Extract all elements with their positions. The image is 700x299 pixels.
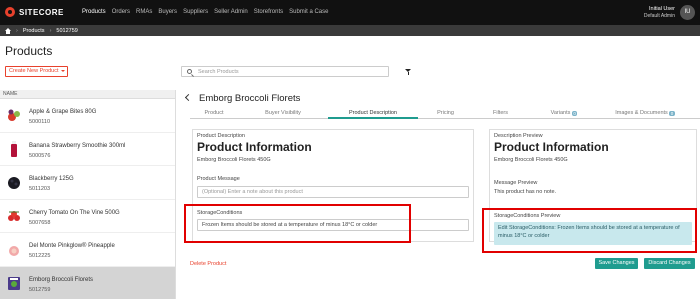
tab-images-documents[interactable]: Images & Documents 0 bbox=[600, 109, 690, 119]
back-arrow-icon[interactable] bbox=[184, 93, 193, 102]
list-item[interactable]: Apple & Grape Bites 80G 5000110 bbox=[0, 99, 175, 133]
create-product-label: Create New Product bbox=[9, 68, 59, 74]
nav-links: Products Orders RMAs Buyers Suppliers Se… bbox=[82, 9, 334, 15]
filter-icon[interactable] bbox=[405, 69, 411, 75]
create-product-button[interactable]: Create New Product bbox=[5, 66, 68, 77]
product-list: NAME Apple & Grape Bites 80G 5000110 Ban… bbox=[0, 90, 176, 299]
detail-tabs: Product Buyer Visibility Product Descrip… bbox=[190, 109, 700, 119]
save-changes-button[interactable]: Save Changes bbox=[595, 258, 638, 269]
tab-buyer-visibility[interactable]: Buyer Visibility bbox=[238, 109, 328, 119]
tab-variants[interactable]: Variants 0 bbox=[528, 109, 600, 119]
tab-filters[interactable]: Filters bbox=[473, 109, 528, 119]
brand-name: SITECORE bbox=[19, 7, 64, 17]
blackberry-thumbnail bbox=[8, 177, 20, 189]
product-title: Emborg Broccoli Florets bbox=[199, 93, 301, 104]
tab-label: Product Description bbox=[349, 109, 397, 116]
sitecore-logo-icon bbox=[5, 7, 15, 17]
preview-section-label: Description Preview bbox=[494, 133, 543, 139]
images-count-badge: 0 bbox=[669, 110, 675, 116]
item-name: Emborg Broccoli Florets bbox=[29, 276, 94, 283]
tab-label: Filters bbox=[493, 109, 508, 116]
message-preview-text: This product has no note. bbox=[494, 189, 557, 195]
message-preview-label: Message Preview bbox=[494, 180, 538, 186]
nav-rmas[interactable]: RMAs bbox=[136, 9, 152, 15]
discard-changes-button[interactable]: Discard Changes bbox=[644, 258, 695, 269]
item-id: 5012759 bbox=[29, 286, 51, 293]
tab-product-description[interactable]: Product Description bbox=[328, 109, 418, 119]
home-icon[interactable] bbox=[4, 27, 11, 34]
breadcrumb-current: 5012759 bbox=[56, 27, 78, 34]
tab-pricing[interactable]: Pricing bbox=[418, 109, 473, 119]
cherry-tomato-thumbnail bbox=[8, 210, 20, 221]
list-item-selected[interactable]: Emborg Broccoli Florets 5012759 bbox=[0, 266, 175, 299]
nav-products[interactable]: Products bbox=[82, 9, 106, 15]
avatar[interactable]: IU bbox=[680, 5, 695, 20]
nav-orders[interactable]: Orders bbox=[112, 9, 130, 15]
product-message-input[interactable] bbox=[197, 186, 469, 198]
top-nav: SITECORE Products Orders RMAs Buyers Sup… bbox=[0, 0, 700, 25]
nav-buyers[interactable]: Buyers bbox=[158, 9, 177, 15]
item-name: Apple & Grape Bites 80G bbox=[29, 109, 97, 115]
item-id: 5000576 bbox=[29, 152, 51, 159]
page-title: Products bbox=[5, 44, 53, 58]
highlight-storage-preview bbox=[482, 208, 697, 253]
breadcrumb-products[interactable]: Products bbox=[23, 28, 45, 34]
nav-submit-case[interactable]: Submit a Case bbox=[289, 9, 328, 15]
tab-label: Variants bbox=[550, 109, 571, 116]
item-name: Del Monte Pinkglow® Pineapple bbox=[29, 243, 115, 249]
breadcrumb: › Products › 5012759 bbox=[0, 25, 700, 36]
search-input[interactable] bbox=[198, 68, 383, 76]
caret-down-icon bbox=[60, 69, 65, 72]
tab-label: Buyer Visibility bbox=[265, 109, 301, 116]
item-name: Blackberry 125G bbox=[29, 176, 74, 182]
nav-suppliers[interactable]: Suppliers bbox=[183, 9, 208, 15]
chevron-right-icon: › bbox=[49, 27, 52, 34]
highlight-storage-input bbox=[184, 204, 411, 243]
apple-grape-thumbnail bbox=[8, 109, 20, 121]
list-item[interactable]: Banana Strawberry Smoothie 300ml 5000576 bbox=[0, 133, 175, 166]
delete-product-link[interactable]: Delete Product bbox=[190, 261, 226, 267]
product-message-label: Product Message bbox=[197, 176, 240, 182]
list-header-name[interactable]: NAME bbox=[0, 90, 175, 99]
nav-storefronts[interactable]: Storefronts bbox=[254, 9, 283, 15]
section-label: Product Description bbox=[197, 133, 245, 139]
tab-label: Product bbox=[204, 109, 224, 116]
item-name: Banana Strawberry Smoothie 300ml bbox=[29, 142, 126, 149]
item-id: 5011203 bbox=[29, 186, 51, 192]
user-role: Default Admin bbox=[643, 13, 675, 19]
pineapple-thumbnail bbox=[9, 246, 19, 256]
product-subheading: Emborg Broccoli Florets 450G bbox=[197, 157, 271, 163]
preview-heading: Product Information bbox=[494, 140, 609, 154]
item-id: 5000110 bbox=[29, 119, 51, 125]
item-name: Cherry Tomato On The Vine 500G bbox=[29, 209, 120, 216]
broccoli-bag-thumbnail bbox=[8, 276, 20, 290]
item-id: 5007658 bbox=[29, 219, 51, 226]
tab-label: Pricing bbox=[437, 109, 454, 116]
chevron-right-icon: › bbox=[16, 27, 18, 34]
search-box[interactable] bbox=[181, 66, 389, 77]
preview-subheading: Emborg Broccoli Florets 450G bbox=[494, 157, 568, 163]
smoothie-bottle-thumbnail bbox=[11, 140, 17, 157]
product-info-heading: Product Information bbox=[197, 140, 312, 154]
search-icon bbox=[187, 69, 192, 74]
tab-product[interactable]: Product bbox=[190, 109, 238, 119]
user-name: Initial User bbox=[649, 6, 675, 12]
item-id: 5012225 bbox=[29, 253, 51, 259]
nav-seller-admin[interactable]: Seller Admin bbox=[214, 9, 248, 15]
user-info[interactable]: Initial User Default Admin bbox=[644, 6, 675, 19]
tab-label: Images & Documents bbox=[615, 109, 668, 116]
list-item[interactable]: Blackberry 125G 5011203 bbox=[0, 166, 175, 200]
brand-logo[interactable]: SITECORE bbox=[5, 7, 64, 17]
variants-count-badge: 0 bbox=[571, 110, 578, 116]
list-item[interactable]: Del Monte Pinkglow® Pineapple 5012225 bbox=[0, 233, 175, 267]
list-item[interactable]: Cherry Tomato On The Vine 500G 5007658 bbox=[0, 200, 175, 233]
